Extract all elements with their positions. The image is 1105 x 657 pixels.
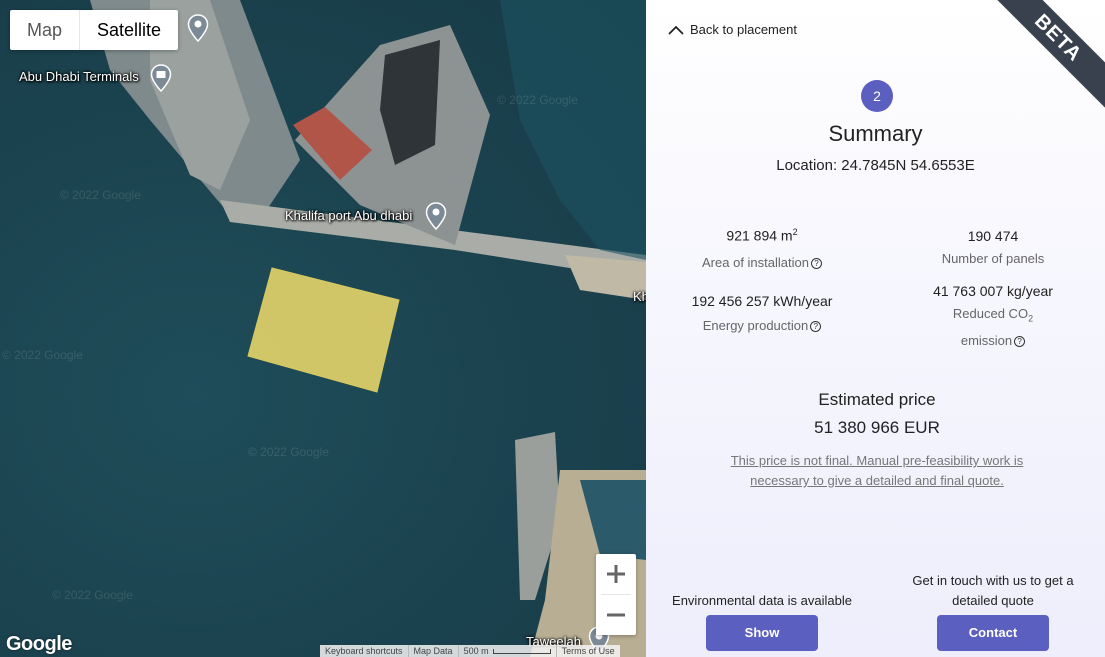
unit-superscript: 2 [792,227,798,237]
scale-indicator[interactable]: 500 m [459,645,557,657]
stat-label: Number of panels [941,251,1045,266]
landmark-pin-icon[interactable] [150,64,172,92]
zoom-control [596,554,636,635]
map-attribution-bar: Keyboard shortcuts Map Data 500 m Terms … [320,645,620,657]
map-watermark: © 2022 Google [497,93,578,107]
back-link-label: Back to placement [690,22,797,37]
map-watermark: © 2022 Google [248,445,329,459]
satellite-map[interactable]: © 2022 Google © 2022 Google © 2022 Googl… [0,0,646,657]
keyboard-shortcuts-link[interactable]: Keyboard shortcuts [320,645,409,657]
price-disclaimer-link[interactable]: This price is not final. Manual pre-feas… [710,451,1044,491]
scale-label: 500 m [463,646,489,656]
scale-bar [492,649,551,655]
map-pin-icon[interactable] [425,202,447,230]
stat-label: Energy production? [674,315,850,336]
estimated-price-title: Estimated price [818,390,936,409]
selection-polygon [247,267,400,393]
step-indicator: 2 [861,80,893,112]
estimated-price-value: 51 380 966 EUR [814,418,940,437]
stat-value: 190 474 [967,228,1019,244]
summary-panel: BETA Back to placement 2 Summary Locatio… [646,0,1105,657]
place-label-terminals[interactable]: Abu Dhabi Terminals [19,69,139,84]
stat-value: 921 894 m2 [726,227,798,244]
page-title: Summary [828,121,923,146]
map-watermark: © 2022 Google [2,348,83,362]
map-type-satellite-button[interactable]: Satellite [80,10,178,50]
minus-icon [607,613,625,617]
place-label-port[interactable]: Khalifa port Abu dhabi [285,208,412,223]
contact-button[interactable]: Contact [937,615,1049,651]
google-logo[interactable]: Google [6,633,72,656]
map-type-toggle: Map Satellite [10,10,179,50]
stat-value: 41 763 007 kg/year [933,283,1053,299]
map-pin-icon[interactable] [187,14,209,42]
stat-panels: 190 474 Number of panels [903,228,1083,269]
map-watermark: © 2022 Google [52,588,133,602]
map-type-map-button[interactable]: Map [10,10,81,50]
stat-value: 192 456 257 kWh/year [691,293,833,309]
terms-link[interactable]: Terms of Use [557,645,620,657]
location-text: Location: 24.7845N 54.6553E [776,157,975,174]
environmental-data-text: Environmental data is available [672,593,852,608]
stat-area: 921 894 m2 Area of installation? [674,227,850,273]
contact-text: Get in touch with us to get a detailed q… [912,573,1074,608]
beta-ribbon: BETA [986,0,1105,110]
map-watermark: © 2022 Google [60,188,141,202]
map-data-link[interactable]: Map Data [409,645,459,657]
help-icon[interactable]: ? [1014,335,1026,347]
zoom-in-button[interactable] [596,554,636,594]
stat-energy: 192 456 257 kWh/year Energy production? [674,293,850,336]
stat-co2: 41 763 007 kg/year Reduced CO2 emission? [903,283,1083,351]
show-button[interactable]: Show [706,615,818,651]
back-to-placement-link[interactable]: Back to placement [668,22,797,37]
place-label-edge: Kh [633,289,646,304]
zoom-out-button[interactable] [596,595,636,635]
help-icon[interactable]: ? [810,257,822,269]
stat-label: Reduced CO2 emission? [952,306,1034,348]
chevron-up-icon [668,25,684,35]
unit-subscript: 2 [1028,313,1034,324]
plus-icon [607,565,625,583]
help-icon[interactable]: ? [810,321,822,332]
stat-label: Area of installation? [674,252,850,273]
